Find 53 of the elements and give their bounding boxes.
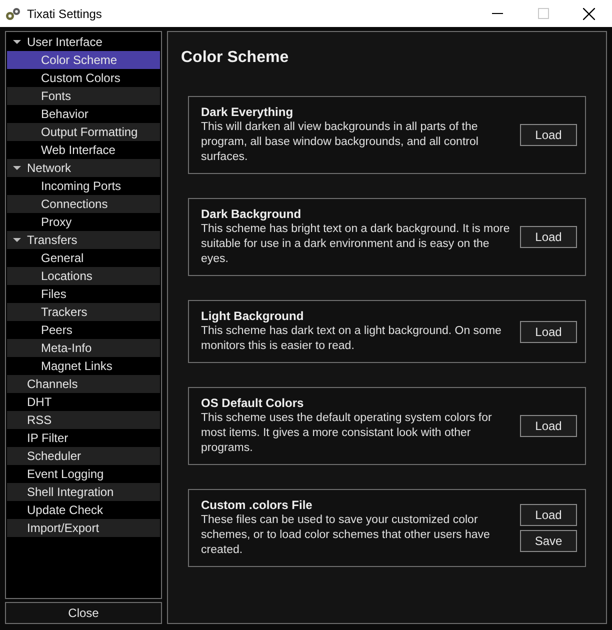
close-icon — [583, 8, 595, 20]
tree-item[interactable]: Connections — [7, 195, 160, 213]
minimize-icon — [492, 13, 502, 14]
expanded-arrow-icon[interactable] — [13, 38, 21, 46]
load-button[interactable]: Load — [520, 226, 577, 248]
tree-item[interactable]: Transfers — [7, 231, 160, 249]
scheme-title: OS Default Colors — [201, 396, 305, 411]
tree-item[interactable]: General — [7, 249, 160, 267]
tree-item[interactable]: Color Scheme — [7, 51, 160, 69]
load-button[interactable]: Load — [520, 320, 577, 342]
scheme-description: This scheme has dark text on a light background. On some monitors this is easier to read. — [201, 324, 502, 354]
tree-item[interactable]: Peers — [7, 321, 160, 339]
tree-item[interactable]: RSS — [7, 411, 160, 429]
window-title: Tixati Settings — [27, 6, 102, 22]
scheme-title: Dark Everything — [201, 105, 294, 120]
tree-item[interactable]: Fonts — [7, 87, 160, 105]
tree-item[interactable]: Proxy — [7, 213, 160, 231]
tree-item[interactable]: Custom Colors — [7, 69, 160, 87]
tree-item[interactable]: Event Logging — [7, 465, 160, 483]
tree-item[interactable]: Behavior — [7, 105, 160, 123]
tree-item[interactable]: Magnet Links — [7, 357, 160, 375]
tree-item[interactable]: Channels — [7, 375, 160, 393]
tree-item[interactable]: IP Filter — [7, 429, 160, 447]
scheme-description: This scheme has bright text on a dark background. It is more suitable for use in a dark environment and is easy on the eyes. — [201, 222, 511, 267]
tree-item[interactable]: Import/Export — [7, 519, 160, 537]
scheme-title: Custom .colors File — [201, 498, 314, 513]
maximize-icon — [538, 8, 548, 19]
section-heading: Color Scheme — [181, 48, 290, 68]
load-button[interactable]: Load — [520, 415, 577, 437]
tree-item[interactable]: Files — [7, 285, 160, 303]
tree-item[interactable]: Scheduler — [7, 447, 160, 465]
tree-item[interactable]: Locations — [7, 267, 160, 285]
expanded-arrow-icon[interactable] — [13, 164, 21, 172]
tree-item[interactable]: DHT — [7, 393, 160, 411]
tree-item[interactable]: Update Check — [7, 501, 160, 519]
scheme-title: Dark Background — [201, 207, 302, 222]
expanded-arrow-icon[interactable] — [13, 236, 21, 244]
tree-item[interactable]: Web Interface — [7, 141, 160, 159]
load-button[interactable]: Load — [520, 124, 577, 146]
scheme-description: This will darken all view backgrounds in all parts of the program, all base window backgrounds, and all control surfaces. — [201, 120, 480, 165]
tree-item[interactable]: Meta-Info — [7, 339, 160, 357]
tree-item[interactable]: Trackers — [7, 303, 160, 321]
tree-item[interactable]: Shell Integration — [7, 483, 160, 501]
scheme-title: Light Background — [201, 309, 305, 324]
tree-item[interactable]: Network — [7, 159, 160, 177]
scheme-description: These files can be used to save your customized color schemes, or to load color schemes that other users have created. — [201, 513, 491, 558]
load-button[interactable]: Load — [520, 504, 577, 526]
tree-item[interactable]: Incoming Ports — [7, 177, 160, 195]
close-button[interactable]: Close — [5, 602, 162, 624]
scheme-description: This scheme uses the default operating system colors for most items. It gives a more consistant look with other programs. — [201, 411, 493, 456]
tree-item[interactable]: Output Formatting — [7, 123, 160, 141]
save-button[interactable]: Save — [520, 530, 577, 552]
tree-item[interactable]: User Interface — [7, 33, 160, 51]
